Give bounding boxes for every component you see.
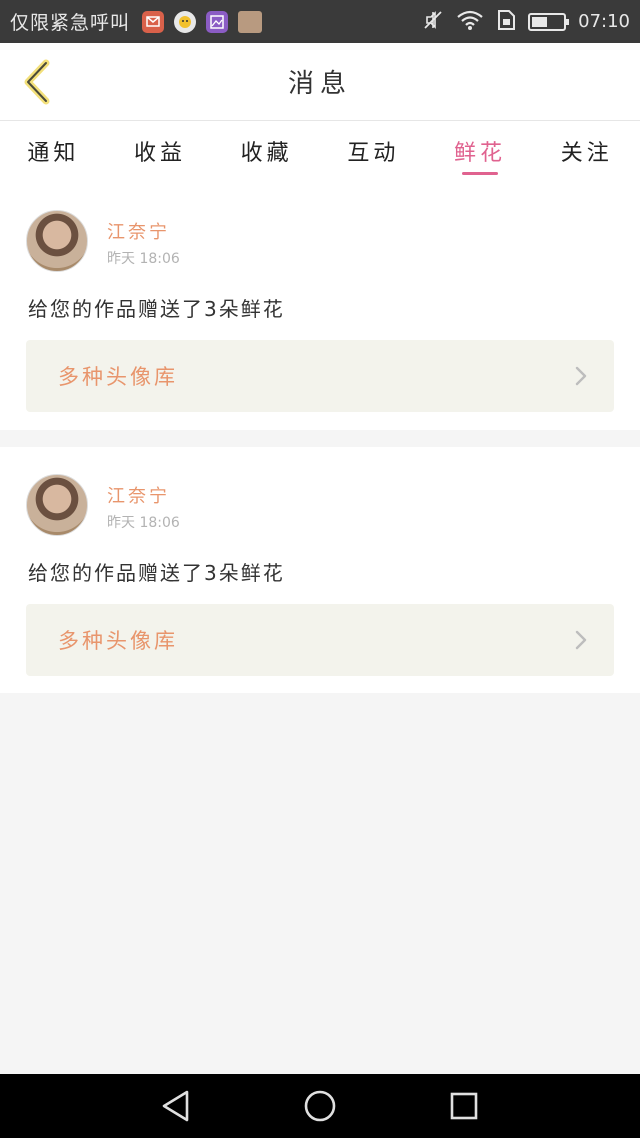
carrier-status-text: 仅限紧急呼叫 [10, 12, 131, 34]
tab-bar: 通知 收益 收藏 互动 鲜花 关注 [0, 121, 640, 183]
page-title: 消息 [287, 69, 352, 99]
gallery-notification-icon [206, 10, 229, 33]
work-link-box[interactable]: 多种头像库 [26, 604, 614, 676]
chat-notification-icon [174, 10, 197, 33]
message-card: 江奈宁 昨天 18:06 给您的作品赠送了3朵鲜花 多种头像库 [0, 183, 640, 430]
back-arrow-icon [24, 59, 50, 105]
battery-icon [528, 12, 570, 31]
battery-level [532, 16, 548, 27]
nav-back-button[interactable] [158, 1088, 194, 1124]
mail-notification-icon [142, 10, 165, 33]
tab-notifications[interactable]: 通知 [0, 121, 107, 183]
tab-flowers[interactable]: 鲜花 [427, 121, 534, 183]
avatar[interactable] [26, 210, 88, 272]
chevron-right-icon [575, 630, 587, 650]
work-link-label: 多种头像库 [58, 629, 178, 653]
tab-interactions[interactable]: 互动 [320, 121, 427, 183]
tab-earnings[interactable]: 收益 [107, 121, 214, 183]
back-button[interactable] [14, 57, 60, 107]
nav-home-button[interactable] [302, 1088, 338, 1124]
square-recents-icon [450, 1092, 478, 1120]
message-text: 给您的作品赠送了3朵鲜花 [28, 561, 285, 585]
message-card: 江奈宁 昨天 18:06 给您的作品赠送了3朵鲜花 多种头像库 [0, 447, 640, 693]
user-name[interactable]: 江奈宁 [107, 218, 170, 244]
notification-icons [142, 10, 263, 33]
header: 消息 [0, 43, 640, 121]
avatar[interactable] [26, 474, 88, 536]
tab-follows[interactable]: 关注 [533, 121, 640, 183]
status-bar: 仅限紧急呼叫 07:10 [0, 0, 640, 43]
nav-recents-button[interactable] [446, 1088, 482, 1124]
circle-home-icon [304, 1090, 336, 1122]
chevron-right-icon [575, 366, 587, 386]
message-text: 给您的作品赠送了3朵鲜花 [28, 297, 285, 321]
message-time: 昨天 18:06 [107, 251, 180, 267]
mute-icon [422, 9, 444, 35]
sim-card-icon [496, 9, 516, 35]
work-link-label: 多种头像库 [58, 365, 178, 389]
user-name[interactable]: 江奈宁 [107, 482, 170, 508]
wifi-icon [456, 9, 484, 35]
message-time: 昨天 18:06 [107, 515, 180, 531]
system-nav-bar [0, 1074, 640, 1138]
tab-favorites[interactable]: 收藏 [213, 121, 320, 183]
photo-notification-icon [238, 10, 263, 33]
clock-time: 07:10 [578, 11, 630, 32]
work-link-box[interactable]: 多种头像库 [26, 340, 614, 412]
status-right-group: 07:10 [422, 9, 630, 35]
triangle-back-icon [162, 1090, 189, 1122]
